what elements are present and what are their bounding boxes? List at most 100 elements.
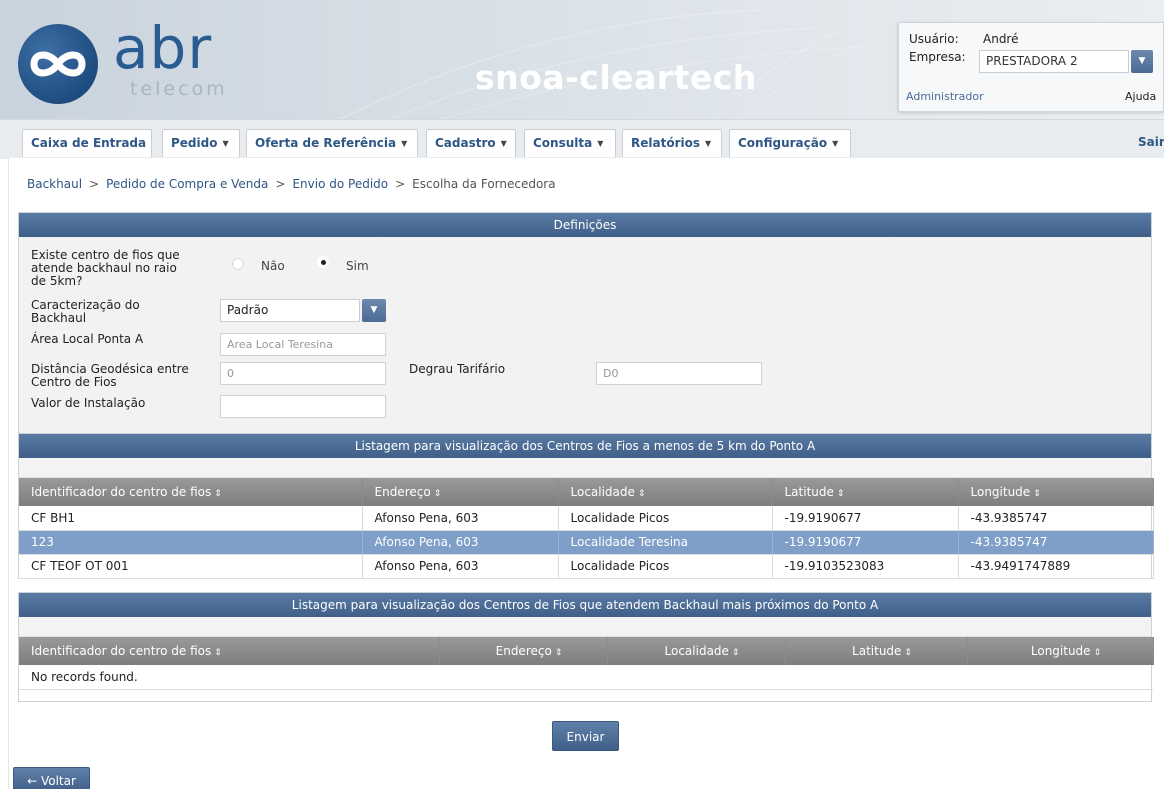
user-label: Usuário: bbox=[909, 32, 959, 46]
sort-icon: ⇕ bbox=[1033, 489, 1041, 499]
radio-no[interactable] bbox=[232, 258, 244, 270]
menu-reports[interactable]: Relatórios ▼ bbox=[622, 129, 722, 157]
local-area-label: Área Local Ponta A bbox=[31, 332, 144, 346]
install-value-label: Valor de Instalação bbox=[31, 396, 146, 410]
cell-locality: Localidade Picos bbox=[558, 554, 773, 579]
column-header-label: Longitude bbox=[970, 485, 1031, 499]
column-header-identifier[interactable]: Identificador do centro de fios ⇕ bbox=[19, 637, 440, 665]
column-header-address[interactable]: Endereço ⇕ bbox=[439, 637, 608, 665]
column-header-label: Endereço bbox=[495, 644, 552, 658]
role-link[interactable]: Administrador bbox=[906, 90, 984, 103]
backhaul-centers-panel: Listagem para visualização dos Centros d… bbox=[18, 592, 1154, 702]
breadcrumb-purchase-order[interactable]: Pedido de Compra e Venda bbox=[106, 177, 268, 191]
main-menu: Caixa de Entrada Pedido ▼ Oferta de Refer… bbox=[0, 119, 1164, 159]
caret-down-icon: ▼ bbox=[705, 139, 712, 148]
caret-down-icon: ▼ bbox=[222, 139, 229, 148]
empty-message: No records found. bbox=[19, 665, 1153, 690]
breadcrumb-send-order[interactable]: Envio do Pedido bbox=[292, 177, 388, 191]
menu-reference-offer[interactable]: Oferta de Referência ▼ bbox=[246, 129, 418, 157]
column-header-locality[interactable]: Localidade ⇕ bbox=[558, 478, 773, 506]
column-header-latitude[interactable]: Latitude ⇕ bbox=[772, 478, 959, 506]
tariff-field[interactable]: D0 bbox=[596, 362, 762, 385]
table-row[interactable]: CF BH1 Afonso Pena, 603 Localidade Picos… bbox=[19, 506, 1154, 531]
definitions-form: Existe centro de fios que atende backhau… bbox=[19, 237, 1151, 433]
nearby-centers-table: Identificador do centro de fios ⇕ Endereç… bbox=[19, 478, 1154, 579]
install-value-field[interactable] bbox=[220, 395, 386, 418]
backhaul-centers-table: Identificador do centro de fios ⇕ Endereç… bbox=[19, 637, 1154, 690]
definitions-panel: Definições Existe centro de fios que ate… bbox=[18, 212, 1152, 434]
logout-link[interactable]: Sair bbox=[1138, 135, 1164, 149]
column-header-label: Latitude bbox=[784, 485, 834, 499]
cell-identifier: CF BH1 bbox=[19, 506, 363, 531]
nearby-centers-header: Listagem para visualização dos Centros d… bbox=[19, 434, 1151, 458]
cell-address: Afonso Pena, 603 bbox=[362, 506, 559, 531]
cell-address: Afonso Pena, 603 bbox=[362, 530, 559, 555]
column-header-longitude[interactable]: Longitude ⇕ bbox=[967, 637, 1154, 665]
sort-icon: ⇕ bbox=[731, 648, 740, 658]
nearby-centers-toolbar bbox=[19, 458, 1151, 478]
cell-address: Afonso Pena, 603 bbox=[362, 554, 559, 579]
distance-field[interactable]: 0 bbox=[220, 362, 386, 385]
radio-yes[interactable] bbox=[317, 256, 329, 268]
cell-longitude: -43.9385747 bbox=[958, 530, 1154, 555]
breadcrumb-separator: > bbox=[89, 177, 100, 191]
logo-infinity-icon bbox=[18, 24, 98, 104]
menu-configuration[interactable]: Configuração ▼ bbox=[729, 129, 851, 157]
column-header-label: Endereço bbox=[374, 485, 431, 499]
backhaul-radius-question: Existe centro de fios que atende backhau… bbox=[31, 249, 211, 288]
menu-query-label: Consulta bbox=[533, 136, 593, 150]
table-header-row: Identificador do centro de fios ⇕ Endereç… bbox=[19, 637, 1154, 665]
logo-subtext: telecom bbox=[130, 78, 228, 100]
user-name: André bbox=[983, 32, 1019, 46]
characterization-dropdown-button[interactable]: ▼ bbox=[362, 299, 386, 322]
column-header-address[interactable]: Endereço ⇕ bbox=[362, 478, 559, 506]
menu-reference-offer-label: Oferta de Referência bbox=[255, 136, 397, 150]
nearby-centers-panel: Listagem para visualização dos Centros d… bbox=[18, 434, 1154, 579]
back-button[interactable]: ← Voltar bbox=[13, 767, 90, 789]
definitions-header: Definições bbox=[19, 213, 1151, 237]
characterization-select[interactable]: Padrão bbox=[220, 299, 360, 322]
column-header-label: Identificador do centro de fios bbox=[31, 485, 212, 499]
question-line-3: de 5km? bbox=[31, 274, 83, 288]
logo-text: abr bbox=[113, 14, 213, 82]
empty-row: No records found. bbox=[19, 665, 1153, 690]
cell-latitude: -19.9190677 bbox=[772, 506, 959, 531]
radio-no-label: Não bbox=[261, 259, 285, 273]
table-header-row: Identificador do centro de fios ⇕ Endereç… bbox=[19, 478, 1154, 506]
sort-icon: ⇕ bbox=[433, 489, 442, 499]
radio-yes-label: Sim bbox=[346, 259, 369, 273]
local-area-field[interactable]: Area Local Teresina bbox=[220, 333, 386, 356]
sort-icon: ⇕ bbox=[637, 489, 646, 499]
chevron-down-icon: ▼ bbox=[370, 305, 378, 315]
column-header-locality[interactable]: Localidade ⇕ bbox=[607, 637, 786, 665]
column-header-identifier[interactable]: Identificador do centro de fios ⇕ bbox=[19, 478, 363, 506]
column-header-longitude[interactable]: Longitude ⇕ bbox=[958, 478, 1154, 506]
breadcrumb-backhaul[interactable]: Backhaul bbox=[27, 177, 82, 191]
characterization-label: Caracterização do Backhaul bbox=[31, 299, 140, 325]
column-header-latitude[interactable]: Latitude ⇕ bbox=[785, 637, 968, 665]
caret-down-icon: ▼ bbox=[832, 139, 839, 148]
company-logo[interactable]: abr telecom bbox=[18, 14, 238, 110]
menu-order[interactable]: Pedido ▼ bbox=[162, 129, 240, 157]
company-label: Empresa: bbox=[909, 50, 966, 64]
submit-button[interactable]: Enviar bbox=[552, 721, 619, 751]
table-row-selected[interactable]: 123 Afonso Pena, 603 Localidade Teresina… bbox=[19, 530, 1154, 555]
sort-icon: ⇕ bbox=[904, 648, 912, 658]
menu-register[interactable]: Cadastro ▼ bbox=[426, 129, 516, 157]
company-select[interactable]: PRESTADORA 2 bbox=[979, 50, 1129, 73]
cell-identifier: 123 bbox=[19, 530, 363, 555]
menu-order-label: Pedido bbox=[171, 136, 218, 150]
menu-query[interactable]: Consulta ▼ bbox=[524, 129, 616, 157]
menu-inbox-label: Caixa de Entrada bbox=[31, 136, 147, 150]
menu-inbox[interactable]: Caixa de Entrada bbox=[22, 129, 152, 157]
table-row[interactable]: CF TEOF OT 001 Afonso Pena, 603 Localida… bbox=[19, 554, 1154, 579]
cell-longitude: -43.9491747889 bbox=[958, 554, 1154, 579]
help-link[interactable]: Ajuda bbox=[1125, 90, 1156, 103]
column-header-label: Latitude bbox=[852, 644, 902, 658]
cell-latitude: -19.9103523083 bbox=[772, 554, 959, 579]
column-header-label: Localidade bbox=[570, 485, 635, 499]
company-dropdown-button[interactable]: ▼ bbox=[1131, 50, 1153, 73]
chevron-down-icon: ▼ bbox=[1138, 56, 1146, 66]
breadcrumb: Backhaul > Pedido de Compra e Venda > Envio … bbox=[27, 177, 556, 191]
breadcrumb-separator: > bbox=[275, 177, 286, 191]
